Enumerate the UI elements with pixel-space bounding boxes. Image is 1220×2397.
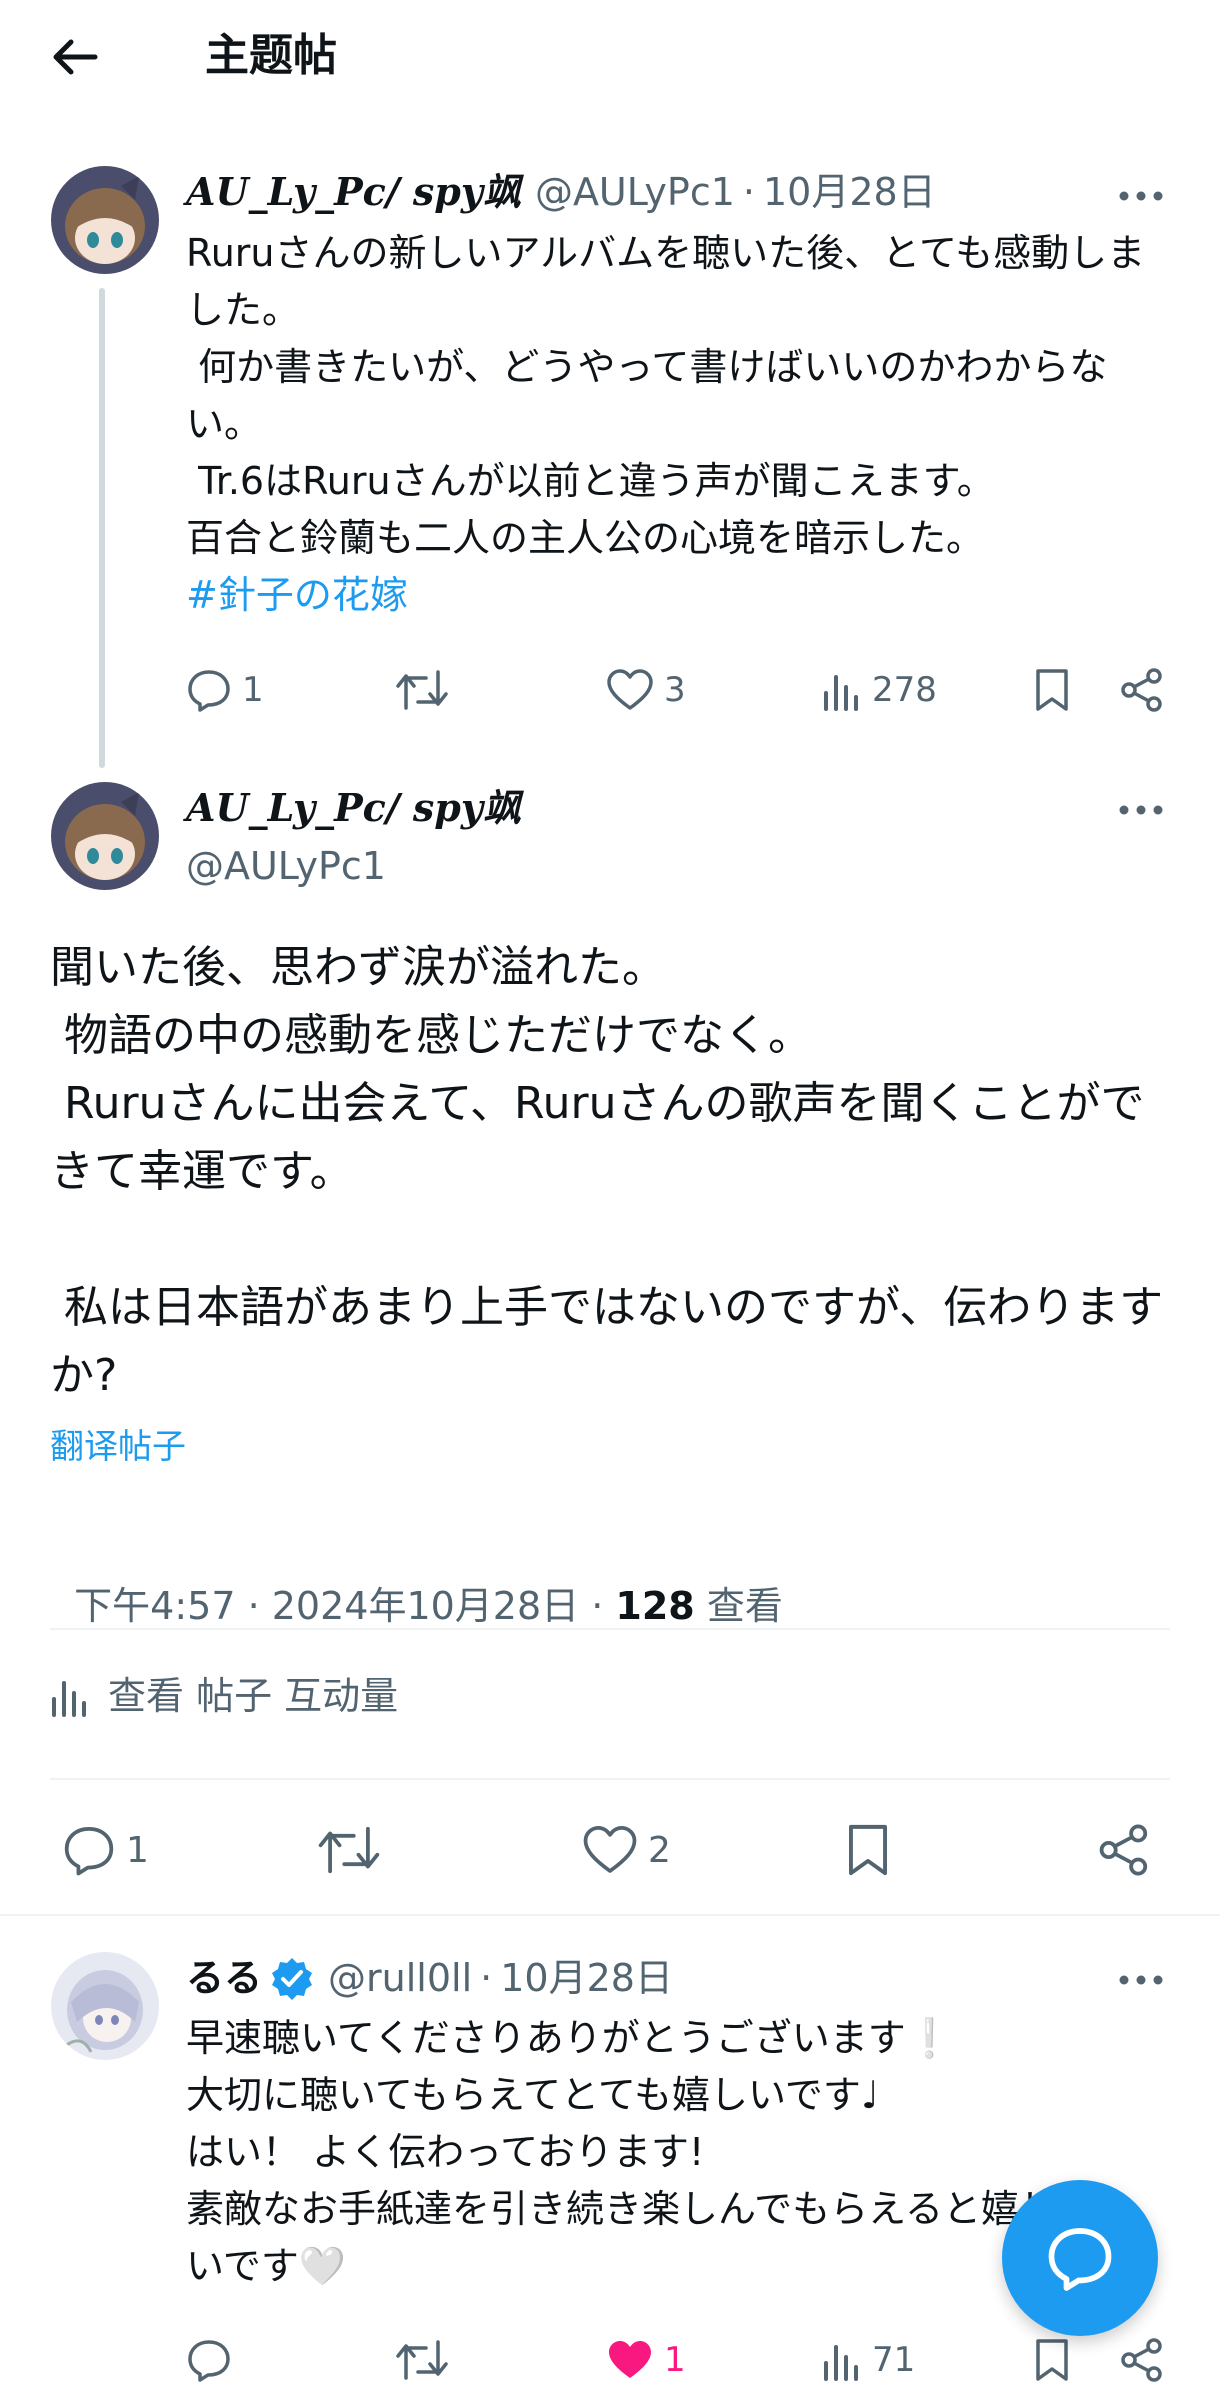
share-icon xyxy=(1099,1824,1148,1876)
view-count: 278 xyxy=(872,670,937,710)
views-button[interactable]: 71 xyxy=(822,2330,915,2390)
like-button[interactable]: 1 xyxy=(606,2330,686,2390)
bookmark-button[interactable] xyxy=(846,1820,890,1880)
reply-text: 早速聴いてくださりありがとうございます❕ 大切に聴いてもらえてとても嬉しいです♩… xyxy=(186,2016,1057,2288)
hashtag-link[interactable]: #針子の花嫁 xyxy=(186,567,1166,624)
like-button[interactable]: 3 xyxy=(606,660,686,720)
share-button[interactable] xyxy=(1120,2330,1164,2390)
back-button[interactable] xyxy=(40,22,110,92)
divider xyxy=(0,1914,1220,1916)
display-name[interactable]: AU_Ly_Pc/ spy飒 xyxy=(186,164,521,220)
like-count: 3 xyxy=(664,670,686,710)
verified-icon xyxy=(272,1958,313,2000)
reply-button[interactable]: 1 xyxy=(186,660,264,720)
views-icon xyxy=(824,2345,858,2381)
author-row: AU_Ly_Pc/ spy飒 @AULyPc1 · 10月28日 xyxy=(186,164,936,220)
avatar-illustration xyxy=(51,1952,159,2060)
view-label: 查看 xyxy=(694,1584,783,1628)
repost-icon xyxy=(318,1826,380,1874)
avatar-illustration xyxy=(51,166,159,274)
reply-count: 1 xyxy=(242,670,264,710)
avatar[interactable] xyxy=(51,166,159,274)
handle[interactable]: @AULyPc1 xyxy=(535,164,735,220)
share-icon xyxy=(1121,668,1162,712)
like-icon xyxy=(583,1825,637,1873)
separator: · xyxy=(480,1956,493,2000)
divider xyxy=(50,1628,1170,1630)
like-count: 2 xyxy=(648,1829,671,1871)
more-icon xyxy=(1119,191,1163,201)
tweet-body: Ruruさんの新しいアルバムを聴いた後、とても感動しました。 何か書きたいが、ど… xyxy=(186,225,1166,624)
tweet-text: Ruruさんの新しいアルバムを聴いた後、とても感動しました。 何か書きたいが、ど… xyxy=(186,231,1146,560)
divider xyxy=(50,1778,1170,1780)
bookmark-button[interactable] xyxy=(1034,2330,1070,2390)
timestamp[interactable]: 下午4:57 · 2024年10月28日 · xyxy=(74,1584,615,1628)
more-button[interactable] xyxy=(1106,790,1176,830)
handle[interactable]: @rull0ll xyxy=(328,1950,472,2006)
like-count: 1 xyxy=(664,2340,686,2380)
view-engagement-link[interactable]: 查看 帖子 互动量 xyxy=(50,1668,398,1724)
compose-reply-fab[interactable] xyxy=(1002,2180,1158,2336)
reply-button[interactable] xyxy=(186,2330,232,2390)
back-arrow-icon xyxy=(53,39,98,75)
share-button[interactable] xyxy=(1098,1820,1150,1880)
timestamp-row: 下午4:57 · 2024年10月28日 · 128 查看 xyxy=(50,1522,783,1634)
like-button[interactable]: 2 xyxy=(582,1820,671,1880)
view-count: 71 xyxy=(872,2340,916,2380)
page-title: 主题帖 xyxy=(205,30,337,81)
reply-button[interactable]: 1 xyxy=(62,1820,149,1880)
translate-link[interactable]: 翻译帖子 xyxy=(50,1422,186,1472)
author-row: AU_Ly_Pc/ spy飒 xyxy=(186,780,521,836)
share-icon xyxy=(1121,2338,1162,2382)
more-button[interactable] xyxy=(1106,176,1176,216)
repost-icon xyxy=(396,670,448,710)
engagement-label: 查看 帖子 互动量 xyxy=(108,1674,399,1718)
like-icon xyxy=(607,669,653,710)
separator: · xyxy=(742,170,755,214)
avatar[interactable] xyxy=(51,782,159,890)
reply-icon xyxy=(64,1826,114,1876)
more-button[interactable] xyxy=(1106,1960,1176,2000)
thread-line xyxy=(99,288,105,768)
bookmark-icon xyxy=(1036,2339,1068,2381)
bookmark-icon xyxy=(849,1824,887,1876)
reply-icon xyxy=(188,670,230,712)
like-icon xyxy=(609,2341,651,2378)
reply-icon xyxy=(188,2340,230,2382)
main-view-count: 128 xyxy=(615,1584,695,1628)
bookmark-icon xyxy=(1036,669,1068,711)
main-tweet-text: 聞いた後、思わず涙が溢れた。 物語の中の感動を感じただけでなく。 Ruruさんに… xyxy=(50,942,1164,1401)
views-button[interactable]: 278 xyxy=(822,660,937,720)
share-button[interactable] xyxy=(1120,660,1164,720)
repost-button[interactable] xyxy=(318,1820,380,1880)
repost-button[interactable] xyxy=(396,660,448,720)
repost-icon xyxy=(396,2340,448,2380)
more-icon xyxy=(1119,805,1163,815)
avatar-illustration xyxy=(51,782,159,890)
display-name[interactable]: AU_Ly_Pc/ spy飒 xyxy=(186,780,521,836)
handle-row: @AULyPc1 xyxy=(186,838,386,894)
tweet-date[interactable]: 10月28日 xyxy=(500,1950,673,2006)
views-icon xyxy=(824,675,858,711)
compose-fab-icon xyxy=(1048,2228,1112,2291)
views-icon xyxy=(52,1681,86,1717)
repost-button[interactable] xyxy=(396,2330,448,2390)
tweet-date[interactable]: 10月28日 xyxy=(763,164,936,220)
handle[interactable]: @AULyPc1 xyxy=(186,838,386,894)
more-icon xyxy=(1119,1975,1163,1985)
reply-count: 1 xyxy=(126,1829,149,1871)
display-name[interactable]: るる xyxy=(186,1950,262,2006)
bookmark-button[interactable] xyxy=(1034,660,1070,720)
avatar[interactable] xyxy=(51,1952,159,2060)
author-row: るる @rull0ll · 10月28日 xyxy=(186,1950,673,2006)
